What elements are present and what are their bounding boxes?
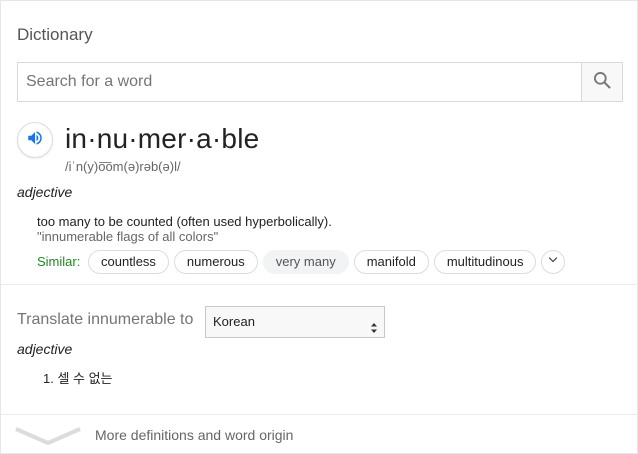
more-definitions-button[interactable]: More definitions and word origin (1, 415, 638, 454)
example-text: "innumerable flags of all colors" (37, 229, 219, 244)
language-select-value: Korean (213, 314, 255, 329)
speaker-icon (26, 129, 44, 152)
similar-chip-very-many: very many (262, 250, 349, 274)
translation-result: 1. 셀 수 없는 (43, 371, 113, 386)
translation-part-of-speech: adjective (17, 341, 73, 357)
panel-title: Dictionary (17, 25, 93, 44)
translate-label: Translate innumerable to (17, 311, 194, 328)
similar-words: countless numerous very many manifold mu… (88, 250, 566, 274)
section-divider (1, 284, 638, 285)
language-select[interactable]: Korean (205, 306, 385, 338)
chevron-down-icon (15, 425, 81, 452)
similar-chip-countless[interactable]: countless (88, 250, 169, 274)
chevron-down-icon (547, 253, 559, 271)
expand-similar-button[interactable] (541, 250, 566, 274)
headword: in·nu·mer·a·ble (65, 123, 260, 154)
similar-chip-manifold[interactable]: manifold (353, 250, 429, 274)
select-arrows-icon (370, 316, 378, 333)
similar-label: Similar: (37, 254, 81, 269)
dictionary-card: Dictionary in·nu·mer·a·ble /iˈn(y)o͞om(ə… (0, 0, 638, 454)
search-icon (592, 70, 612, 95)
part-of-speech: adjective (17, 184, 73, 200)
similar-chip-multitudinous[interactable]: multitudinous (433, 250, 537, 274)
search-input[interactable] (18, 63, 582, 101)
more-definitions-label: More definitions and word origin (95, 427, 294, 443)
search-bar (17, 62, 623, 102)
phonetic-spelling: /iˈn(y)o͞om(ə)rəb(ə)l/ (65, 159, 181, 174)
search-button[interactable] (581, 63, 622, 101)
definition-text: too many to be counted (often used hyper… (37, 214, 332, 229)
pronunciation-audio-button[interactable] (17, 122, 53, 158)
similar-chip-numerous[interactable]: numerous (173, 250, 258, 274)
